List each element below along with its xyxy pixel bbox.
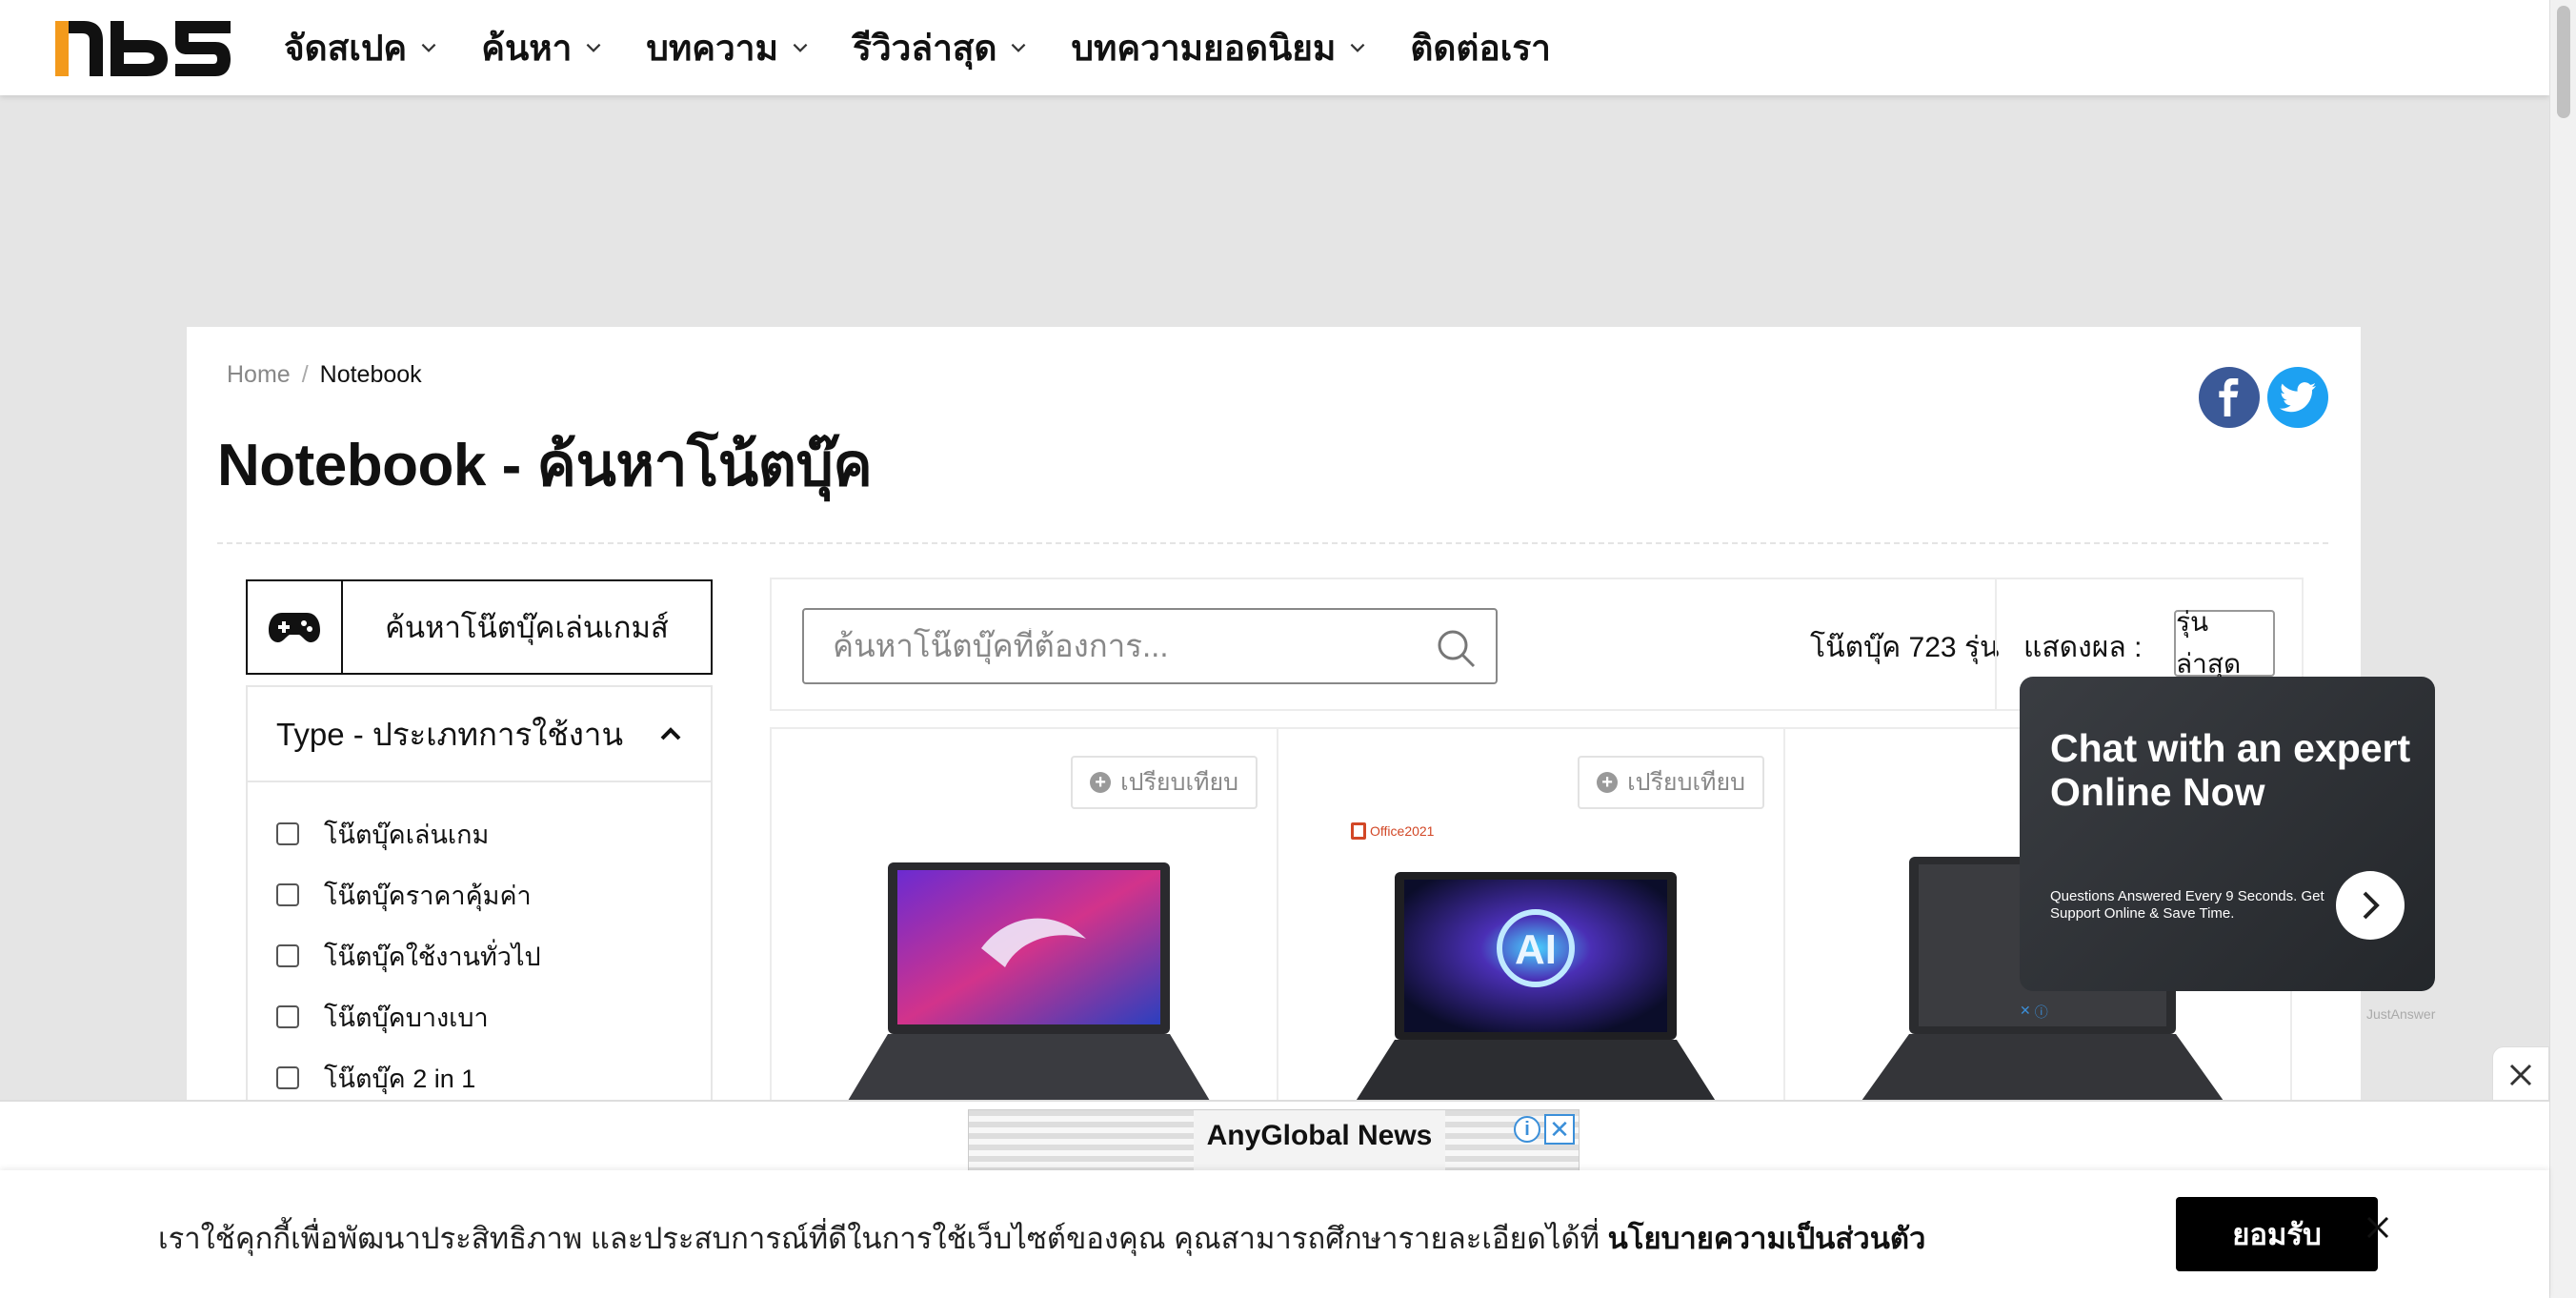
chevron-down-icon <box>1350 43 1365 52</box>
search-icon[interactable] <box>1435 627 1477 669</box>
laptop-image[interactable]: AI <box>1345 843 1726 1129</box>
chat-ad-title: Chat with an expert Online Now <box>2050 726 2411 814</box>
compare-label: เปรียบเทียบ <box>1120 769 1238 796</box>
twitter-share-button[interactable] <box>2267 367 2328 428</box>
nav-item-label: บทความ <box>646 28 778 68</box>
type-option-value[interactable]: โน๊ตบุ๊คราคาคุ้มค่า <box>248 864 711 925</box>
nav-item-label: จัดสเปค <box>284 28 408 68</box>
close-icon <box>2509 1064 2532 1086</box>
breadcrumb-home-link[interactable]: Home <box>227 361 291 389</box>
type-option-label: โน๊ตบุ๊ค 2 in 1 <box>324 1064 476 1093</box>
cookie-text: เราใช้คุกกี้เพื่อพัฒนาประสิทธิภาพ และประ… <box>158 1222 1608 1255</box>
title-divider <box>217 542 2328 544</box>
scrollbar-thumb[interactable] <box>2557 6 2570 118</box>
adchoices-icon[interactable]: ✕ ⓘ <box>2020 1003 2048 1022</box>
page-title: Notebook - ค้นหาโน้ตบุ๊ค <box>217 433 873 498</box>
nav-item-contact[interactable]: ติดต่อเรา <box>1410 20 1551 76</box>
toolbar-divider <box>1995 579 1997 709</box>
bottom-ad-title: AnyGlobal News <box>1206 1120 1433 1151</box>
office-badge-label: Office2021 <box>1370 823 1435 839</box>
notebook-search-input[interactable] <box>833 628 1404 664</box>
info-icon[interactable]: ⓘ <box>2035 1003 2048 1022</box>
chevron-up-icon <box>660 727 681 740</box>
close-icon[interactable]: ✕ <box>2020 1003 2031 1022</box>
svg-text:AI: AI <box>1515 926 1557 973</box>
checkbox[interactable] <box>276 822 299 845</box>
type-option-label: โน๊ตบุ๊คบางเบา <box>324 1003 489 1032</box>
facebook-icon <box>2219 378 2239 416</box>
compare-button[interactable]: + เปรียบเทียบ <box>1071 756 1258 809</box>
checkbox[interactable] <box>276 883 299 906</box>
nav-item-label: บทความยอดนิยม <box>1071 28 1337 68</box>
main-menu: จัดสเปค ค้นหา บทความ รีวิวล่าสุด บทความย… <box>284 0 1551 95</box>
nav-item-articles[interactable]: บทความ <box>646 20 811 76</box>
checkbox[interactable] <box>276 1005 299 1028</box>
info-icon[interactable]: i <box>1514 1116 1540 1143</box>
accept-cookies-button[interactable]: ยอมรับ <box>2176 1197 2378 1271</box>
gaming-notebook-search-button[interactable]: ค้นหาโน๊ตบุ๊คเล่นเกมส์ <box>246 579 713 675</box>
nav-item-search[interactable]: ค้นหา <box>481 20 604 76</box>
cookie-message: เราใช้คุกกี้เพื่อพัฒนาประสิทธิภาพ และประ… <box>158 1214 1925 1262</box>
type-option-label: โน๊ตบุ๊คราคาคุ้มค่า <box>324 881 532 910</box>
nav-item-latest-reviews[interactable]: รีวิวล่าสุด <box>853 20 1030 76</box>
type-filter-header[interactable]: Type - ประเภทการใช้งาน <box>248 687 711 782</box>
breadcrumb-current: Notebook <box>319 361 422 388</box>
result-count: โน๊ตบุ๊ค 723 รุ่น <box>1810 632 2000 663</box>
chevron-down-icon <box>793 43 808 52</box>
notebook-search-box <box>802 608 1498 684</box>
ad-thumbnail <box>969 1110 1194 1171</box>
office-icon <box>1351 822 1366 840</box>
top-navbar: จัดสเปค ค้นหา บทความ รีวิวล่าสุด บทความย… <box>0 0 2549 95</box>
compare-label: เปรียบเทียบ <box>1627 769 1745 796</box>
nav-item-label: ติดต่อเรา <box>1410 28 1551 68</box>
chevron-down-icon <box>587 43 601 52</box>
gamepad-icon <box>269 613 320 642</box>
breadcrumb-separator: / <box>301 361 309 388</box>
checkbox[interactable] <box>276 944 299 967</box>
breadcrumb: Home / Notebook <box>227 361 422 389</box>
cookie-consent-bar: เราใช้คุกกี้เพื่อพัฒนาประสิทธิภาพ และประ… <box>0 1170 2549 1298</box>
laptop-image[interactable] <box>838 843 1219 1129</box>
bottom-ad-close-button[interactable] <box>2492 1046 2549 1104</box>
chat-ad-brand: JustAnswer <box>2366 1006 2436 1022</box>
site-logo[interactable] <box>55 17 231 78</box>
office-badge: Office2021 <box>1351 822 1434 840</box>
nav-item-label: ค้นหา <box>481 28 573 68</box>
type-option-thin-light[interactable]: โน๊ตบุ๊คบางเบา <box>248 986 711 1047</box>
type-option-gaming[interactable]: โน๊ตบุ๊คเล่นเกม <box>248 803 711 864</box>
chevron-right-icon <box>2363 891 2380 920</box>
nav-item-build-spec[interactable]: จัดสเปค <box>284 20 439 76</box>
sort-select[interactable]: รุ่นล่าสุด <box>2174 607 2275 679</box>
chat-expert-ad[interactable]: Chat with an expert Online Now Questions… <box>2020 677 2435 991</box>
nav-item-popular-articles[interactable]: บทความยอดนิยม <box>1071 20 1368 76</box>
sort-label: แสดงผล : <box>2023 632 2143 663</box>
page-scrollbar[interactable] <box>2549 0 2576 1298</box>
type-option-label: โน๊ตบุ๊คใช้งานทั่วไป <box>324 942 541 971</box>
privacy-policy-link[interactable]: นโยบายความเป็นส่วนตัว <box>1608 1222 1926 1255</box>
chat-ad-go-button[interactable] <box>2336 871 2405 940</box>
gamepad-icon-box <box>248 581 343 673</box>
nav-item-label: รีวิวล่าสุด <box>852 28 997 68</box>
twitter-icon <box>2280 382 2316 413</box>
bottom-ad-banner[interactable]: AnyGlobal News i ✕ <box>968 1109 1580 1172</box>
plus-circle-icon: + <box>1090 772 1112 793</box>
bottom-ad-bar: AnyGlobal News i ✕ <box>0 1100 2549 1172</box>
type-filter-title: Type - ประเภทการใช้งาน <box>276 716 623 752</box>
compare-button[interactable]: + เปรียบเทียบ <box>1578 756 1764 809</box>
chevron-down-icon <box>1012 43 1026 52</box>
type-option-general[interactable]: โน๊ตบุ๊คใช้งานทั่วไป <box>248 925 711 986</box>
close-icon[interactable]: ✕ <box>1544 1114 1575 1145</box>
type-filter-options: โน๊ตบุ๊คเล่นเกม โน๊ตบุ๊คราคาคุ้มค่า โน๊ต… <box>248 782 711 1108</box>
plus-circle-icon: + <box>1597 772 1619 793</box>
type-option-label: โน๊ตบุ๊คเล่นเกม <box>324 820 490 849</box>
chevron-down-icon <box>421 43 436 52</box>
facebook-share-button[interactable] <box>2199 367 2260 428</box>
checkbox[interactable] <box>276 1066 299 1089</box>
gaming-notebook-search-label: ค้นหาโน๊ตบุ๊คเล่นเกมส์ <box>385 611 669 644</box>
close-icon[interactable] <box>2361 1210 2395 1245</box>
chat-ad-subtitle: Questions Answered Every 9 Seconds. Get … <box>2050 888 2324 922</box>
